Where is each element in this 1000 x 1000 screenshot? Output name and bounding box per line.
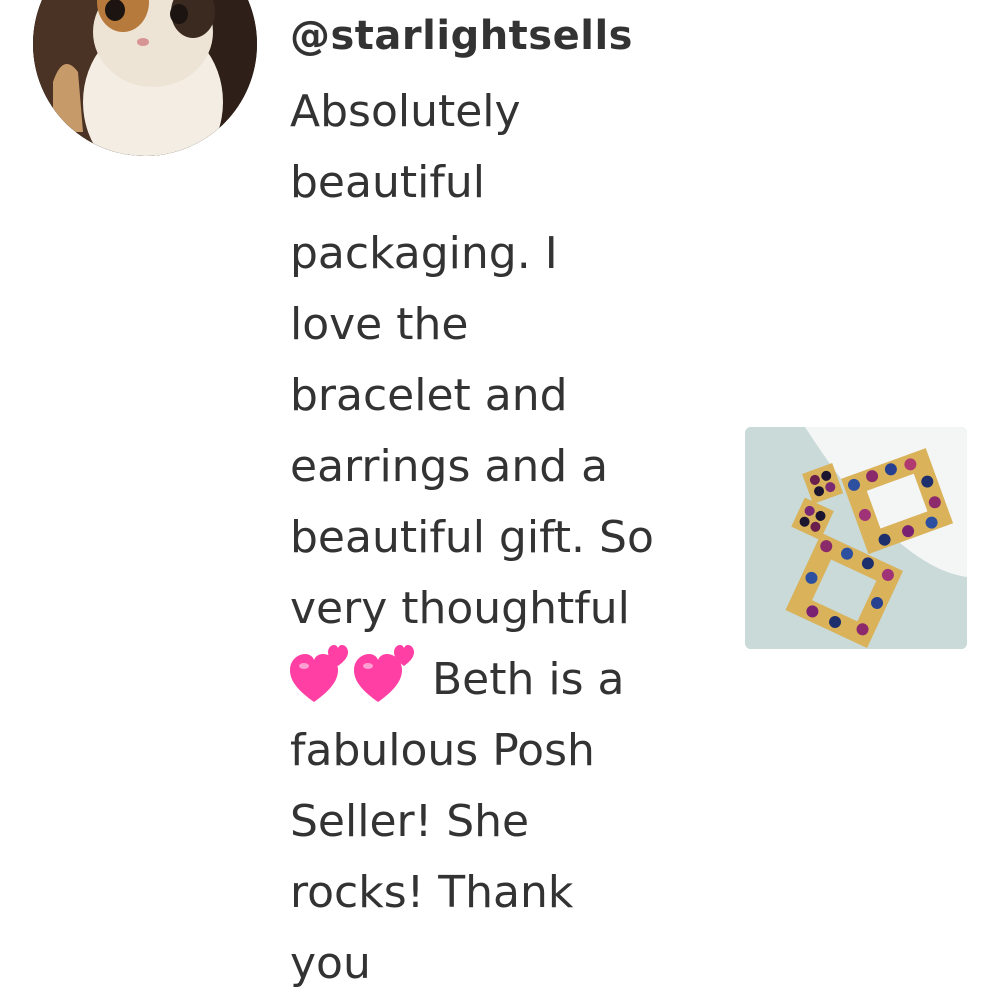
comment-text-line: you	[290, 938, 371, 989]
product-thumbnail[interactable]	[745, 427, 967, 649]
comment-text-line: rocks! Thank	[290, 867, 574, 918]
comment-text-line: packaging. I	[290, 228, 558, 279]
comment-text-line-with-emoji: Beth is a	[290, 644, 710, 715]
comment-text-line: love the	[290, 299, 469, 350]
comment-text-line: bracelet and	[290, 370, 568, 421]
earrings-photo-icon	[745, 427, 967, 649]
comment-text-line: earrings and a	[290, 441, 609, 492]
comment-text: Beth is a	[432, 654, 625, 705]
cat-avatar-icon	[33, 0, 257, 156]
comment-text-line: fabulous Posh	[290, 725, 595, 776]
comment-text-line: beautiful	[290, 157, 485, 208]
comment-view: @starlightsells Absolutely beautiful pac…	[0, 0, 1000, 1000]
comment-text-line: Seller! She	[290, 796, 530, 847]
comment-username[interactable]: @starlightsells	[290, 8, 710, 64]
comment-text-line: Absolutely	[290, 86, 521, 137]
comment-body: @starlightsells Absolutely beautiful pac…	[290, 8, 710, 999]
two-hearts-emoji-icon	[290, 645, 414, 702]
comment-text-line: beautiful gift. So	[290, 512, 654, 563]
user-avatar[interactable]	[33, 0, 257, 156]
comment-text-line: very thoughtful	[290, 583, 630, 634]
